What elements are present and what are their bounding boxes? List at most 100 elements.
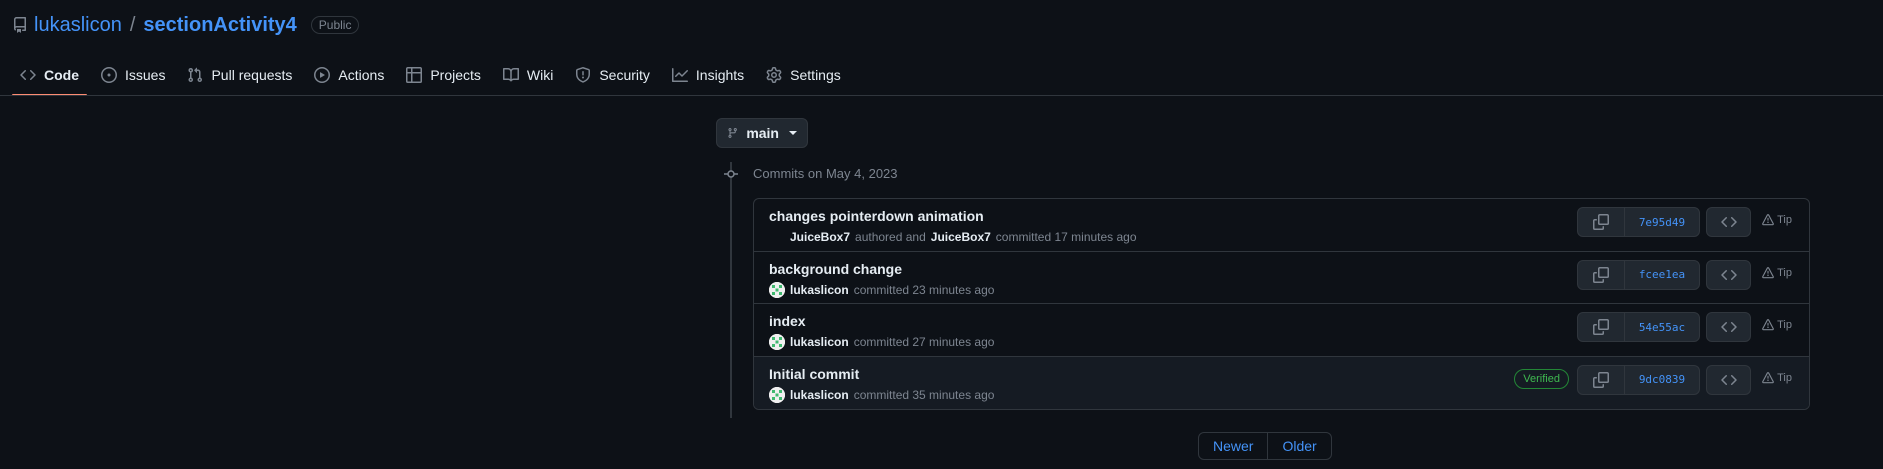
tab-label: Insights	[695, 67, 745, 83]
tab-label: Pull requests	[211, 67, 293, 83]
commit-author-link[interactable]: lukaslicon	[790, 283, 849, 297]
chevron-down-icon	[789, 131, 797, 135]
tip-label: Tip	[1762, 319, 1792, 331]
tab-pull-requests[interactable]: Pull requests	[179, 58, 300, 92]
repo-name-link[interactable]: sectionActivity4	[143, 14, 296, 37]
tab-insights[interactable]: Insights	[664, 58, 752, 92]
tip-label: Tip	[1762, 214, 1792, 226]
commit-sha-link[interactable]: 9dc0839	[1625, 366, 1699, 394]
tab-label: Issues	[125, 67, 166, 83]
copy-sha-button[interactable]	[1578, 365, 1625, 394]
sha-button-group: 54e55ac	[1577, 312, 1700, 342]
commit-title-link[interactable]: background change	[769, 261, 902, 277]
tab-label: Code	[44, 67, 79, 83]
copy-icon	[1593, 214, 1609, 230]
commit-list: changes pointerdown animation JuiceBox7 …	[753, 198, 1810, 410]
commit-committer-link[interactable]: JuiceBox7	[931, 230, 991, 244]
code-icon	[1720, 321, 1737, 333]
visibility-badge: Public	[310, 16, 360, 34]
committed-text: committed 27 minutes ago	[853, 335, 995, 349]
tip-label: Tip	[1762, 267, 1792, 279]
repo-nav-tabs: Code Issues Pull requests Actions Projec…	[12, 58, 855, 96]
tip-label: Tip	[1762, 372, 1792, 384]
tab-settings[interactable]: Settings	[758, 58, 849, 92]
book-icon	[502, 67, 519, 82]
tab-wiki[interactable]: Wiki	[495, 58, 561, 92]
committed-text: committed 35 minutes ago	[853, 387, 995, 402]
tab-label: Projects	[430, 67, 481, 83]
code-icon	[1720, 269, 1737, 280]
tip-text: Tip	[1777, 371, 1792, 384]
tab-security[interactable]: Security	[567, 58, 658, 92]
pagination: Newer Older	[1198, 432, 1332, 460]
commit-sha-link[interactable]: 7e95d49	[1625, 208, 1699, 236]
copy-icon	[1593, 371, 1609, 388]
commit-author-link[interactable]: lukaslicon	[790, 335, 849, 349]
tip-text: Tip	[1777, 214, 1792, 226]
code-icon	[1720, 216, 1737, 228]
browse-repo-button[interactable]	[1706, 207, 1751, 237]
repo-separator: /	[129, 13, 136, 36]
pull-request-icon	[188, 67, 203, 83]
avatar[interactable]	[769, 386, 785, 403]
gear-icon	[766, 67, 782, 83]
older-button[interactable]: Older	[1268, 433, 1330, 459]
authored-text: authored and	[855, 230, 926, 244]
avatar[interactable]	[769, 281, 785, 298]
browse-repo-button[interactable]	[1706, 259, 1751, 290]
tab-code[interactable]: Code	[12, 58, 87, 96]
git-branch-icon	[728, 128, 737, 138]
tab-issues[interactable]: Issues	[93, 58, 173, 92]
commit-author-link[interactable]: JuiceBox7	[790, 230, 850, 244]
copy-icon	[1593, 319, 1609, 335]
copy-sha-button[interactable]	[1578, 208, 1625, 236]
tab-label: Settings	[790, 67, 841, 83]
commits-date-heading: Commits on May 4, 2023	[753, 166, 898, 181]
avatar-placeholder	[769, 229, 785, 245]
commit-row: Initial commit lukaslicon committed 35 m…	[754, 356, 1809, 409]
newer-button[interactable]: Newer	[1199, 433, 1269, 459]
sha-button-group: fcee1ea	[1577, 259, 1700, 290]
commit-title-link[interactable]: index	[769, 313, 806, 329]
alert-icon	[1762, 371, 1774, 383]
committed-text: committed 17 minutes ago	[995, 230, 1137, 244]
alert-icon	[1762, 319, 1774, 331]
commit-row: background change lukaslicon committed 2…	[754, 252, 1809, 304]
commit-row: index lukaslicon committed 27 minutes ag…	[754, 304, 1809, 357]
copy-sha-button[interactable]	[1578, 260, 1625, 289]
copy-icon	[1593, 266, 1609, 283]
identicon	[769, 386, 785, 403]
play-icon	[314, 67, 331, 83]
commit-sha-link[interactable]: fcee1ea	[1625, 261, 1699, 289]
identicon	[769, 334, 785, 350]
repo-owner-link[interactable]: lukaslicon	[34, 14, 122, 37]
tabs-divider	[0, 95, 1883, 96]
commit-row: changes pointerdown animation JuiceBox7 …	[754, 199, 1809, 252]
identicon	[769, 281, 785, 298]
sha-button-group: 7e95d49	[1577, 207, 1700, 237]
graph-icon	[671, 68, 688, 82]
tab-label: Security	[599, 67, 650, 83]
commit-meta: JuiceBox7 authored and JuiceBox7 committ…	[769, 229, 1137, 245]
repo-icon	[13, 17, 26, 33]
branch-selector-button[interactable]: main	[716, 118, 808, 148]
commit-author-link[interactable]: lukaslicon	[790, 388, 849, 402]
tab-actions[interactable]: Actions	[306, 58, 392, 92]
repo-header: lukaslicon / sectionActivity4 Public	[12, 12, 360, 38]
code-icon	[1720, 374, 1737, 385]
avatar[interactable]	[769, 334, 785, 350]
commit-title-link[interactable]: changes pointerdown animation	[769, 208, 984, 224]
issue-icon	[101, 67, 117, 83]
committed-text: committed 23 minutes ago	[853, 282, 995, 297]
tab-projects[interactable]: Projects	[398, 58, 489, 92]
browse-repo-button[interactable]	[1706, 312, 1751, 342]
verified-badge[interactable]: Verified	[1514, 368, 1569, 389]
sha-button-group: 9dc0839	[1577, 364, 1700, 395]
commit-title-link[interactable]: Initial commit	[769, 366, 859, 382]
browse-repo-button[interactable]	[1706, 364, 1751, 395]
shield-icon	[576, 67, 591, 83]
copy-sha-button[interactable]	[1578, 313, 1625, 341]
tip-text: Tip	[1777, 319, 1792, 331]
commit-sha-link[interactable]: 54e55ac	[1625, 313, 1699, 341]
alert-icon	[1762, 214, 1774, 226]
